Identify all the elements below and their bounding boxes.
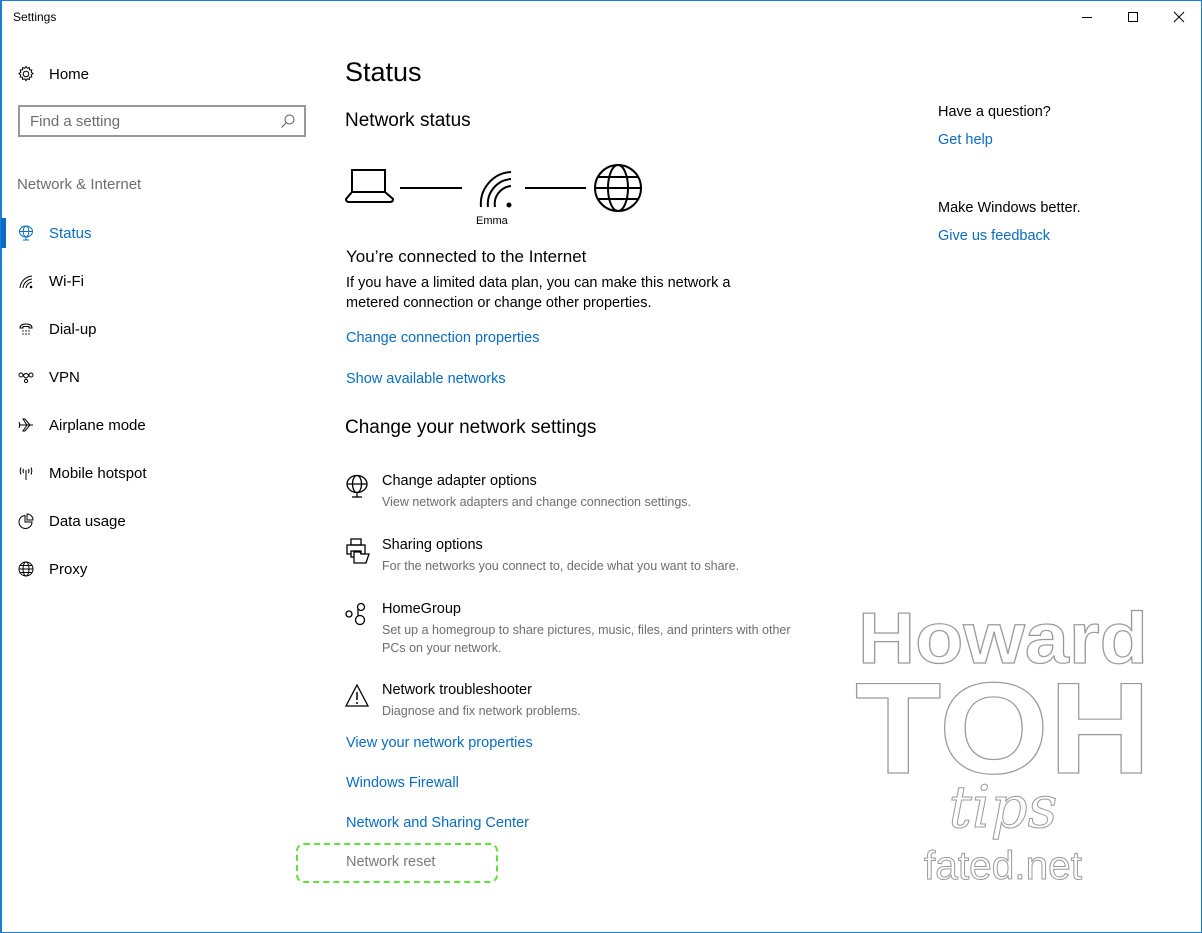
view-network-properties-link[interactable]: View your network properties	[346, 735, 533, 751]
sidebar-item-label: Wi-Fi	[49, 272, 84, 290]
title-bar: Settings	[1, 1, 1201, 33]
globe-monitor-icon	[18, 225, 34, 241]
sidebar-item-label: Data usage	[49, 512, 126, 530]
wifi-signal-icon	[479, 171, 512, 208]
laptop-icon	[345, 169, 395, 203]
get-help-link[interactable]: Get help	[938, 132, 993, 148]
sidebar-item-airplane-mode[interactable]: Airplane mode	[1, 401, 321, 449]
minimize-button[interactable]	[1064, 1, 1110, 33]
connection-status-title: You’re connected to the Internet	[346, 247, 587, 266]
airplane-icon	[18, 417, 34, 433]
question-text: Have a question?	[938, 104, 1051, 120]
option-title: Network troubleshooter	[382, 682, 532, 698]
option-description: View network adapters and change connect…	[382, 495, 691, 509]
home-button[interactable]: Home	[17, 63, 89, 85]
sidebar-item-label: VPN	[49, 368, 80, 386]
globe-icon	[18, 561, 34, 577]
option-title: Change adapter options	[382, 473, 537, 489]
network-name: Emma	[476, 215, 508, 227]
page-title: Status	[345, 57, 422, 87]
maximize-icon	[1128, 12, 1138, 22]
section-title: Network & Internet	[17, 176, 142, 193]
feedback-prompt: Make Windows better.	[938, 200, 1081, 216]
option-description: Set up a homegroup to share pictures, mu…	[382, 623, 791, 655]
homegroup-item[interactable]: HomeGroup Set up a homegroup to share pi…	[345, 601, 805, 665]
network-reset-highlight	[296, 843, 498, 883]
connection-status-description: If you have a limited data plan, you can…	[346, 275, 731, 311]
sidebar-item-proxy[interactable]: Proxy	[1, 545, 321, 593]
gear-icon	[18, 65, 34, 82]
network-sharing-center-link[interactable]: Network and Sharing Center	[346, 815, 529, 831]
sidebar-nav: Status Wi-Fi Dial-up VPN Airplane mode M…	[1, 209, 321, 593]
sidebar-item-wifi[interactable]: Wi-Fi	[1, 257, 321, 305]
change-adapter-options-item[interactable]: Change adapter options View network adap…	[345, 473, 805, 523]
windows-firewall-link[interactable]: Windows Firewall	[346, 775, 459, 791]
settings-window: Settings Home Find a setting Network & I…	[0, 0, 1202, 933]
change-connection-properties-link[interactable]: Change connection properties	[346, 330, 539, 346]
sidebar-item-vpn[interactable]: VPN	[1, 353, 321, 401]
pie-chart-icon	[18, 513, 34, 529]
vpn-icon	[18, 369, 34, 385]
adapter-icon	[346, 474, 368, 498]
sidebar-item-label: Airplane mode	[49, 416, 146, 434]
sidebar-item-mobile-hotspot[interactable]: Mobile hotspot	[1, 449, 321, 497]
option-description: For the networks you connect to, decide …	[382, 559, 740, 573]
sidebar-item-status[interactable]: Status	[1, 209, 321, 257]
search-icon[interactable]	[280, 113, 296, 129]
close-icon	[1173, 11, 1185, 23]
give-feedback-link[interactable]: Give us feedback	[938, 228, 1050, 244]
sidebar: Home Find a setting Network & Internet S…	[1, 33, 321, 933]
sharing-options-item[interactable]: Sharing options For the networks you con…	[345, 537, 805, 587]
sidebar-item-label: Status	[49, 224, 92, 242]
watermark-line-3: tips	[949, 773, 1058, 841]
sharing-icon	[346, 538, 370, 564]
network-status-heading: Network status	[345, 110, 471, 131]
watermark-line-4: fated.net	[924, 844, 1082, 888]
maximize-button[interactable]	[1110, 1, 1156, 33]
warning-icon	[345, 683, 370, 707]
close-button[interactable]	[1156, 1, 1202, 33]
hotspot-icon	[18, 465, 34, 481]
wifi-icon	[18, 273, 34, 289]
internet-globe-icon	[594, 164, 642, 212]
option-description: Diagnose and fix network problems.	[382, 704, 581, 718]
network-diagram: Emma	[345, 163, 655, 233]
search-input[interactable]: Find a setting	[18, 105, 306, 137]
sidebar-item-label: Mobile hotspot	[49, 464, 147, 482]
window-title: Settings	[13, 10, 57, 24]
network-troubleshooter-item[interactable]: Network troubleshooter Diagnose and fix …	[345, 682, 805, 732]
show-available-networks-link[interactable]: Show available networks	[346, 371, 506, 387]
sidebar-item-dial-up[interactable]: Dial-up	[1, 305, 321, 353]
search-placeholder: Find a setting	[30, 112, 121, 130]
sidebar-item-label: Proxy	[49, 560, 88, 578]
option-title: HomeGroup	[382, 601, 461, 617]
sidebar-item-label: Dial-up	[49, 320, 97, 338]
option-title: Sharing options	[382, 537, 483, 553]
home-label: Home	[49, 65, 90, 83]
sidebar-item-data-usage[interactable]: Data usage	[1, 497, 321, 545]
watermark-logo: Howard TOH tips fated.net	[854, 601, 1151, 889]
homegroup-icon	[345, 602, 366, 626]
change-network-settings-heading: Change your network settings	[345, 417, 597, 438]
phone-icon	[18, 321, 34, 337]
minimize-icon	[1082, 17, 1092, 18]
